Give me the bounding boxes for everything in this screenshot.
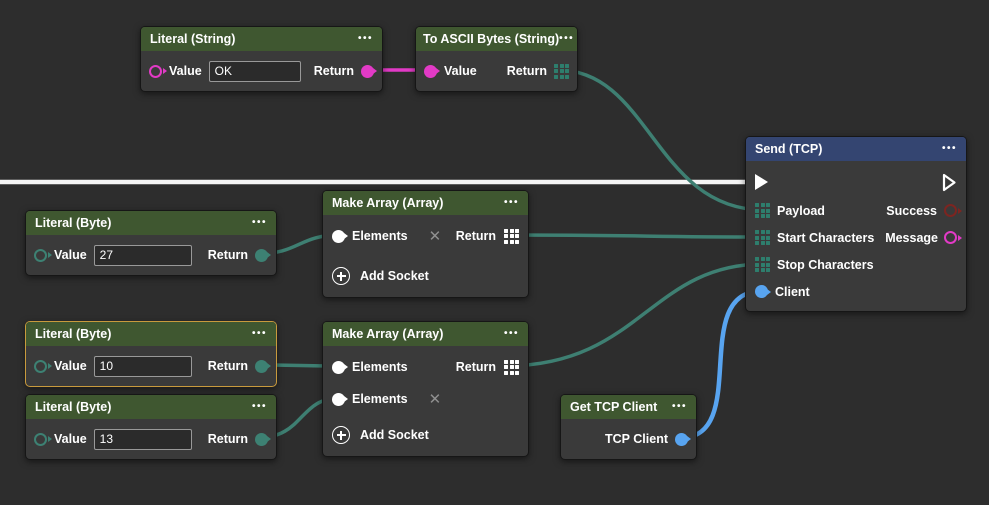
return-label: Return (208, 248, 248, 262)
input-port-value[interactable] (34, 360, 47, 373)
node-menu-icon[interactable]: ••• (252, 329, 267, 339)
node-title: Literal (Byte) (35, 327, 111, 341)
node-literal-byte-27[interactable]: Literal (Byte) ••• Value Return (25, 210, 277, 276)
stop-characters-label: Stop Characters (777, 258, 874, 272)
output-port-return[interactable] (255, 249, 268, 262)
input-port-value[interactable] (34, 249, 47, 262)
start-characters-label: Start Characters (777, 231, 874, 245)
node-header[interactable]: Literal (String) ••• (141, 27, 382, 51)
node-literal-byte-10[interactable]: Literal (Byte) ••• Value Return (25, 321, 277, 387)
node-get-tcp-client[interactable]: Get TCP Client ••• TCP Client (560, 394, 697, 460)
input-port-value[interactable] (149, 65, 162, 78)
value-label: Value (169, 64, 202, 78)
output-port-return-array-icon[interactable] (504, 360, 519, 375)
node-literal-byte-13[interactable]: Literal (Byte) ••• Value Return (25, 394, 277, 460)
value-input[interactable] (94, 429, 192, 450)
payload-label: Payload (777, 204, 825, 218)
tcp-client-label: TCP Client (605, 432, 668, 446)
value-label: Value (54, 248, 87, 262)
value-input[interactable] (94, 356, 192, 377)
input-port-elements-2[interactable] (332, 393, 345, 406)
node-header[interactable]: Get TCP Client ••• (561, 395, 696, 419)
node-header[interactable]: Literal (Byte) ••• (26, 322, 276, 346)
node-title: Literal (Byte) (35, 400, 111, 414)
node-menu-icon[interactable]: ••• (504, 329, 519, 339)
node-make-array-1[interactable]: Make Array (Array) ••• Elements ✕ Return… (322, 190, 529, 298)
node-menu-icon[interactable]: ••• (672, 402, 687, 412)
return-label: Return (456, 229, 496, 243)
wire-ascii-to-payload[interactable] (558, 70, 764, 210)
input-port-value[interactable] (424, 65, 437, 78)
input-port-startchars-array-icon[interactable] (755, 230, 770, 245)
output-port-message[interactable] (944, 231, 957, 244)
node-make-array-2[interactable]: Make Array (Array) ••• Elements Return E… (322, 321, 529, 457)
output-port-return-array-icon[interactable] (504, 229, 519, 244)
node-header[interactable]: Make Array (Array) ••• (323, 191, 528, 215)
elements-label: Elements (352, 392, 408, 406)
add-socket-icon (332, 267, 350, 285)
node-menu-icon[interactable]: ••• (252, 402, 267, 412)
node-header[interactable]: Literal (Byte) ••• (26, 211, 276, 235)
node-title: Send (TCP) (755, 142, 822, 156)
input-port-client[interactable] (755, 285, 768, 298)
output-port-return[interactable] (255, 433, 268, 446)
message-label: Message (885, 231, 938, 245)
input-port-value[interactable] (34, 433, 47, 446)
input-port-payload-array-icon[interactable] (755, 203, 770, 218)
value-label: Value (54, 432, 87, 446)
output-port-return[interactable] (361, 65, 374, 78)
success-label: Success (886, 204, 937, 218)
node-title: To ASCII Bytes (String) (423, 32, 559, 46)
add-socket-button[interactable]: Add Socket (332, 261, 519, 291)
node-header[interactable]: Send (TCP) ••• (746, 137, 966, 161)
node-literal-string[interactable]: Literal (String) ••• Value Return (140, 26, 383, 92)
return-label: Return (314, 64, 354, 78)
wire-array1-to-startchars[interactable] (505, 235, 764, 237)
value-input[interactable] (94, 245, 192, 266)
node-title: Get TCP Client (570, 400, 657, 414)
exec-output-port[interactable] (942, 173, 957, 192)
wire-array2-to-stopchars[interactable] (505, 264, 764, 366)
exec-input-port[interactable] (755, 174, 768, 190)
node-menu-icon[interactable]: ••• (942, 144, 957, 154)
node-menu-icon[interactable]: ••• (252, 218, 267, 228)
input-port-stopchars-array-icon[interactable] (755, 257, 770, 272)
node-title: Literal (Byte) (35, 216, 111, 230)
output-port-success[interactable] (944, 204, 957, 217)
node-title: Make Array (Array) (332, 196, 443, 210)
node-editor-canvas[interactable]: Literal (String) ••• Value Return To ASC… (0, 0, 989, 505)
node-title: Literal (String) (150, 32, 235, 46)
remove-socket-icon[interactable]: ✕ (429, 392, 442, 407)
output-port-return[interactable] (255, 360, 268, 373)
add-socket-label: Add Socket (360, 428, 429, 442)
node-to-ascii-bytes[interactable]: To ASCII Bytes (String) ••• Value Return (415, 26, 578, 92)
input-port-elements-1[interactable] (332, 361, 345, 374)
output-port-tcp-client[interactable] (675, 433, 688, 446)
client-label: Client (775, 285, 810, 299)
input-port-elements[interactable] (332, 230, 345, 243)
value-label: Value (54, 359, 87, 373)
value-input[interactable] (209, 61, 301, 82)
node-send-tcp[interactable]: Send (TCP) ••• Payload Success Start C (745, 136, 967, 312)
node-header[interactable]: Make Array (Array) ••• (323, 322, 528, 346)
node-header[interactable]: Literal (Byte) ••• (26, 395, 276, 419)
return-label: Return (456, 360, 496, 374)
node-menu-icon[interactable]: ••• (504, 198, 519, 208)
add-socket-button[interactable]: Add Socket (332, 420, 519, 450)
output-port-return-array-icon[interactable] (554, 64, 569, 79)
add-socket-label: Add Socket (360, 269, 429, 283)
node-title: Make Array (Array) (332, 327, 443, 341)
return-label: Return (208, 359, 248, 373)
node-menu-icon[interactable]: ••• (358, 34, 373, 44)
node-menu-icon[interactable]: ••• (559, 34, 574, 44)
elements-label: Elements (352, 360, 408, 374)
elements-label: Elements (352, 229, 408, 243)
remove-socket-icon[interactable]: ✕ (429, 229, 442, 244)
return-label: Return (208, 432, 248, 446)
add-socket-icon (332, 426, 350, 444)
return-label: Return (507, 64, 547, 78)
value-label: Value (444, 64, 477, 78)
node-header[interactable]: To ASCII Bytes (String) ••• (416, 27, 577, 51)
